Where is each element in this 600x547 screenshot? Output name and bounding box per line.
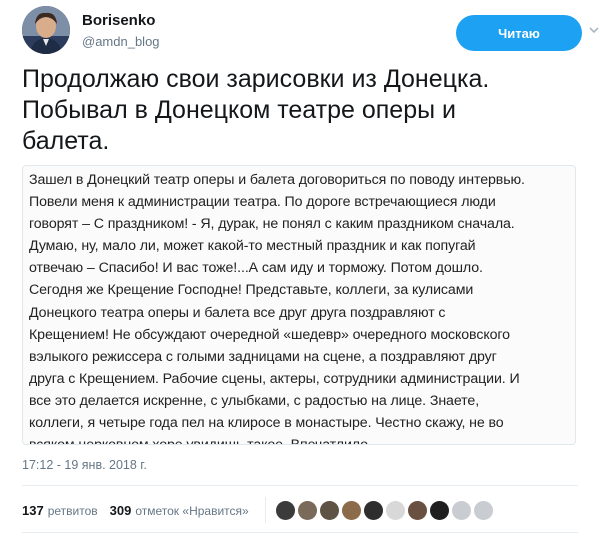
tweet-image[interactable]: Зашел в Донецкий театр оперы и балета до… [22, 165, 576, 445]
likes-count: 309 [109, 502, 132, 518]
liker-avatar-8[interactable] [429, 500, 449, 520]
image-text-line: все это делается искренне, с улыбками, с… [29, 392, 480, 409]
chevron-down-icon[interactable] [588, 24, 600, 36]
tweet-stats: 137 ретвитов 309 отметок «Нравится» [22, 496, 578, 524]
user-name[interactable]: Borisenko [82, 12, 155, 29]
divider [264, 497, 266, 523]
retweets-label: ретвитов [47, 503, 98, 518]
image-text-line: друга с Крещением. Рабочие сцены, актеры… [29, 370, 520, 387]
tweet-text-line: Продолжаю свои зарисовки из Донецка. [22, 65, 490, 93]
tweet-text: Продолжаю свои зарисовки из Донецка. Поб… [22, 64, 562, 157]
liker-avatar-4[interactable] [341, 500, 361, 520]
likes-stat[interactable]: 309 отметок «Нравится» [110, 503, 249, 518]
liker-avatar-5[interactable] [363, 500, 383, 520]
image-text-line: отвечаю – Спасибо! И вас тоже!...А сам и… [29, 260, 483, 277]
person-icon [22, 6, 70, 54]
liker-avatar-6[interactable] [385, 500, 405, 520]
liker-avatar-2[interactable] [297, 500, 317, 520]
image-text-line: Сегодня же Крещение Господне! Представьт… [29, 282, 474, 299]
image-text-line: Повели меня к администрации театра. По д… [29, 194, 496, 211]
tweet-text-line: Побывал в Донецком театре оперы и [22, 96, 456, 124]
liker-avatar-7[interactable] [407, 500, 427, 520]
retweets-stat[interactable]: 137 ретвитов [22, 503, 98, 518]
image-text-line: всяком церковном хоре увидишь такое. Впе… [29, 434, 569, 444]
tweet-timestamp[interactable]: 17:12 - 19 янв. 2018 г. [22, 458, 147, 472]
tweet-header: Borisenko @amdn_blog Читаю [22, 6, 599, 54]
image-text-line: вэлыкого режиссера с голыми задницами на… [29, 348, 497, 365]
image-text-line: коллеги, я четыре года пел на клиросе в … [29, 415, 504, 432]
liker-avatar-10[interactable] [473, 500, 493, 520]
image-text-line: Думаю, ну, мало ли, может какой-то местн… [29, 238, 476, 255]
image-text-line: Зашел в Донецкий театр оперы и балета до… [29, 172, 525, 188]
follow-button[interactable]: Читаю [456, 15, 582, 51]
avatar[interactable] [22, 6, 70, 54]
liker-avatars [275, 500, 496, 520]
image-text-line: Донецкого театра оперы и балета все друг… [29, 304, 446, 321]
liker-avatar-3[interactable] [319, 500, 339, 520]
liker-avatar-9[interactable] [451, 500, 471, 520]
liker-avatar-1[interactable] [275, 500, 295, 520]
divider [22, 485, 578, 486]
image-text-line: Крещением! Не обсуждают очередной «шедев… [29, 326, 510, 343]
divider [22, 532, 578, 533]
image-text-line: говорят – С праздником! - Я, дурак, не п… [29, 216, 515, 233]
likes-label: отметок «Нравится» [135, 503, 249, 518]
user-handle[interactable]: @amdn_blog [82, 34, 160, 49]
tweet-text-line: балета. [22, 127, 110, 155]
retweets-count: 137 [22, 502, 44, 518]
